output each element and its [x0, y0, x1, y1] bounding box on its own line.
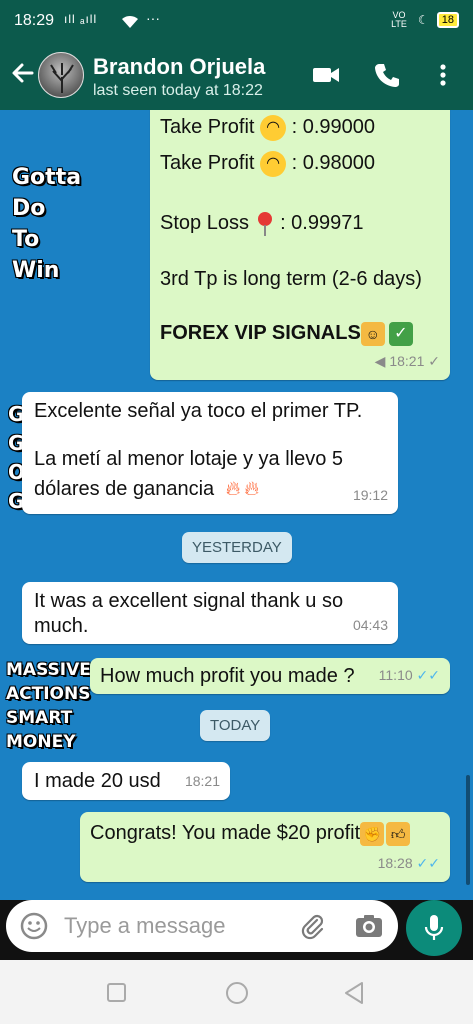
menu-dots-icon[interactable]	[428, 60, 458, 90]
take-profit-3-line: Take Profit ◠ : 0.98000	[160, 148, 375, 178]
message-bubble-made-20[interactable]: I made 20 usd 18:21	[22, 762, 230, 800]
voice-record-button[interactable]	[406, 900, 462, 956]
message-time: 18:21	[184, 773, 220, 789]
signal-brand-line: FOREX VIP SIGNALS ☺ ✓	[160, 318, 413, 348]
megaphone-icon: ◀	[374, 353, 386, 369]
message-bubble-signal[interactable]: Take Profit ◠ : 0.99000 Take Profit ◠ : …	[150, 110, 450, 380]
wifi-icon	[122, 15, 138, 28]
take-profit-value: : 0.98000	[286, 152, 376, 174]
tree-icon	[50, 63, 74, 93]
fire-emoji-icon: 🔥︎	[225, 478, 241, 500]
status-bar: 18:29 ıll ₐıll ··· VO LTE ☾ 18	[0, 0, 473, 42]
stop-loss-value: : 0.99971	[274, 212, 364, 234]
flexed-biceps-emoji-icon: ✊	[360, 821, 385, 846]
brand-text: FOREX VIP SIGNALS	[160, 322, 361, 344]
message-meta: 18:28 ✓✓	[378, 848, 440, 878]
technologist-emoji-icon: ☺	[360, 321, 385, 346]
watermark-word: ACTIONS	[6, 684, 91, 704]
video-call-icon[interactable]	[311, 60, 341, 90]
chat-header: Brandon Orjuela last seen today at 18:22	[0, 42, 473, 110]
thumbs-up-emoji-icon: 👍︎	[386, 821, 411, 846]
date-separator-yesterday: YESTERDAY	[182, 532, 292, 563]
message-input[interactable]: Type a message	[64, 913, 225, 939]
message-time: 19:12	[352, 487, 388, 503]
phone-call-icon[interactable]	[372, 60, 402, 90]
message-text: I made 20 usd	[34, 770, 161, 792]
avatar[interactable]	[38, 52, 84, 98]
message-text: much.	[34, 615, 89, 637]
signal-icon: ıll ₐıll	[64, 12, 98, 26]
fire-emoji-icon: 🔥︎	[244, 478, 260, 500]
watermark-massive-actions: MASSIVE ACTIONS SMART MONEY	[6, 658, 91, 754]
take-profit-label: Take Profit	[160, 152, 255, 174]
message-bubble-excellent-signal[interactable]: It was a excellent signal thank u so muc…	[22, 582, 398, 644]
message-text: Congrats! You made $20 profit	[90, 822, 361, 844]
message-bubble-how-much[interactable]: How much profit you made ? 11:10 ✓✓	[90, 658, 450, 694]
recent-apps-icon[interactable]	[106, 982, 128, 1004]
take-profit-2-line: Take Profit ◠ : 0.99000	[160, 112, 375, 142]
watermark-word: SMART	[6, 708, 73, 728]
message-meta: ◀ 18:21 ✓	[375, 346, 440, 376]
volte-badge: VO LTE	[391, 10, 407, 29]
sent-tick-icon: ✓	[428, 353, 440, 369]
clock: 18:29	[14, 12, 55, 29]
watermark-word: Do	[12, 196, 46, 221]
message-bubble-congrats[interactable]: Congrats! You made $20 profit ✊ 👍︎ 18:28 ✓…	[80, 812, 450, 882]
hugging-emoji-icon: ◠	[260, 114, 287, 141]
message-text: La metí al menor lotaje y ya llevo 5	[34, 448, 344, 470]
message-time: 18:21	[389, 353, 425, 369]
moon-icon: ☾	[417, 13, 429, 27]
attachment-icon[interactable]	[298, 912, 326, 940]
check-mark-emoji-icon: ✓	[388, 321, 413, 346]
message-text: Excelente señal ya toco el primer TP.	[34, 400, 363, 422]
stop-loss-line: Stop Loss : 0.99971	[160, 208, 363, 238]
scrollbar[interactable]	[466, 775, 470, 885]
message-time: 11:10	[378, 667, 413, 683]
watermark-word: MASSIVE	[6, 660, 91, 680]
long-term-note: 3rd Tp is long term (2-6 days)	[160, 268, 422, 290]
message-text-line: Congrats! You made $20 profit ✊ 👍︎	[90, 818, 411, 848]
take-profit-value: : 0.99000	[286, 116, 376, 138]
watermark-gotta-do-to-win: Gotta Do To Win	[12, 162, 81, 286]
message-meta: 11:10 ✓✓	[379, 660, 440, 690]
watermark-word: MONEY	[6, 732, 76, 752]
camera-icon[interactable]	[354, 912, 384, 940]
read-ticks-icon: ✓✓	[416, 855, 440, 871]
system-navigation-bar	[0, 960, 473, 1024]
hugging-emoji-icon: ◠	[260, 150, 287, 177]
watermark-word: To	[12, 227, 40, 252]
contact-name[interactable]: Brandon Orjuela	[93, 54, 265, 80]
chat-area[interactable]: Gotta Do To Win G G O G MASSIVE ACTIONS …	[0, 110, 473, 900]
message-composer: Type a message	[0, 900, 473, 960]
message-text: How much profit you made ?	[100, 665, 355, 687]
message-text: dólares de ganancia	[34, 478, 215, 500]
message-text-line: dólares de ganancia 🔥︎ 🔥︎	[34, 474, 259, 504]
back-arrow-icon[interactable]	[8, 60, 36, 88]
back-nav-icon[interactable]	[342, 980, 366, 1006]
pushpin-icon	[257, 211, 272, 236]
message-input-container[interactable]: Type a message	[6, 900, 398, 952]
battery-icon: 18	[436, 12, 459, 28]
date-separator-today: TODAY	[200, 710, 271, 741]
more-notifications-icon: ···	[146, 10, 160, 26]
take-profit-label: Take Profit	[160, 116, 255, 138]
message-time: 04:43	[352, 617, 388, 633]
microphone-icon	[424, 915, 444, 940]
message-time: 18:28	[377, 855, 413, 871]
home-icon[interactable]	[224, 980, 250, 1006]
last-seen-status[interactable]: last seen today at 18:22	[93, 82, 263, 100]
stop-loss-label: Stop Loss	[160, 212, 249, 234]
read-ticks-icon: ✓✓	[416, 667, 440, 683]
watermark-word: Win	[12, 258, 60, 283]
watermark-word: Gotta	[12, 165, 82, 190]
message-bubble-excelente[interactable]: Excelente señal ya toco el primer TP. La…	[22, 392, 398, 514]
emoji-icon[interactable]	[20, 912, 48, 940]
